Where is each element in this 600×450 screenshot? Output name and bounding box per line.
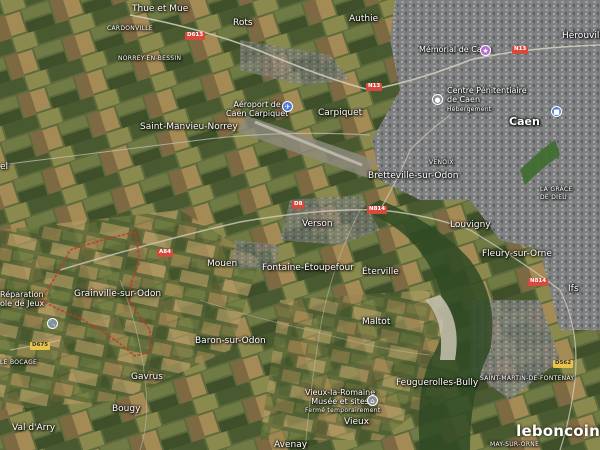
place-norrey: NORREY-EN-BESSIN bbox=[118, 55, 182, 62]
road-shield-n13-east: N13 bbox=[512, 46, 529, 54]
road-shield-n13: N13 bbox=[366, 83, 383, 91]
place-cardonville: CARDONVILLE bbox=[107, 25, 153, 32]
road-shield-n814-south: N814 bbox=[528, 278, 549, 286]
map-satellite-view[interactable]: Thue et Mue CARDONVILLE Rots Authie Héro… bbox=[0, 0, 600, 450]
place-feuguerolles[interactable]: Feuguerolles-Bully bbox=[396, 379, 478, 388]
place-le-bocage: LE BOCAGE bbox=[0, 359, 38, 366]
poi-prison-label[interactable]: Centre Pénitentiaire de Caen bbox=[447, 86, 527, 105]
airplane-icon[interactable]: ✈ bbox=[282, 101, 293, 112]
place-el: el bbox=[0, 162, 9, 172]
place-fleury[interactable]: Fleury-sur-Orne bbox=[482, 250, 552, 259]
place-caen[interactable]: Caen bbox=[509, 116, 540, 127]
place-baron[interactable]: Baron-sur-Odon bbox=[195, 337, 266, 346]
satellite-imagery bbox=[0, 0, 600, 450]
road-shield-d562: D562 bbox=[553, 360, 574, 368]
place-saint-manvieu[interactable]: Saint-Manvieu-Norrey bbox=[140, 123, 238, 132]
place-saint-martin: SAINT-MARTIN-DE-FONTENAY bbox=[480, 375, 575, 382]
place-mouen[interactable]: Mouen bbox=[207, 260, 237, 269]
place-authie[interactable]: Authie bbox=[349, 15, 378, 24]
place-la-grace: LA GRÂCE DE DIEU bbox=[540, 186, 573, 201]
road-shield-d613: D613 bbox=[185, 32, 206, 40]
poi-reparation-label[interactable]: Réparation ole de Jeux bbox=[0, 290, 44, 309]
place-grainville[interactable]: Grainville-sur-Odon bbox=[74, 290, 161, 299]
place-carpiquet[interactable]: Carpiquet bbox=[318, 109, 362, 118]
place-thue-et-mue[interactable]: Thue et Mue bbox=[132, 5, 188, 14]
place-verson[interactable]: Verson bbox=[302, 220, 333, 229]
place-fontaine[interactable]: Fontaine-Étoupefour bbox=[262, 264, 354, 273]
museum-icon[interactable]: ★ bbox=[480, 45, 491, 56]
place-gavrus[interactable]: Gavrus bbox=[131, 373, 163, 382]
place-bretteville[interactable]: Bretteville-sur-Odon bbox=[368, 172, 458, 181]
place-louvigny[interactable]: Louvigny bbox=[450, 221, 491, 230]
poi-airport-label[interactable]: Aéroport de Caen Carpiquet bbox=[226, 100, 288, 119]
pin-icon[interactable]: ● bbox=[432, 94, 443, 105]
poi-vieux-romaine-sub: Fermé temporairement bbox=[305, 407, 381, 414]
wrench-pin-icon[interactable]: 🔧 bbox=[47, 318, 58, 329]
leboncoin-logo: leboncoin bbox=[516, 422, 600, 440]
place-avenay[interactable]: Avenay bbox=[274, 441, 307, 450]
road-shield-a84: A84 bbox=[157, 249, 173, 257]
place-maltot[interactable]: Maltot bbox=[362, 318, 390, 327]
poi-vieux-romaine-label[interactable]: Vieux-la-Romaine Musée et sites bbox=[305, 388, 375, 407]
museum-pin-icon[interactable]: ⌂ bbox=[367, 395, 378, 406]
road-shield-n814: N814 bbox=[367, 206, 388, 214]
place-vieux[interactable]: Vieux bbox=[344, 418, 369, 427]
place-venoix: VENOIX bbox=[429, 159, 454, 166]
place-val-darry[interactable]: Val d'Arry bbox=[12, 424, 55, 433]
road-shield-d675: D675 bbox=[30, 342, 51, 350]
place-ifs[interactable]: Ifs bbox=[568, 285, 579, 294]
place-rots[interactable]: Rots bbox=[233, 19, 253, 28]
city-hall-icon[interactable]: ■ bbox=[551, 106, 562, 117]
poi-prison-sub: Hébergement bbox=[447, 106, 492, 113]
place-may-sur-orne: MAY-SUR-ORNE bbox=[490, 441, 540, 448]
place-herouville[interactable]: Hérouville bbox=[562, 32, 600, 41]
place-bougy[interactable]: Bougy bbox=[112, 405, 140, 414]
road-shield-d8: D8 bbox=[292, 201, 305, 209]
place-eterville[interactable]: Éterville bbox=[362, 268, 399, 277]
